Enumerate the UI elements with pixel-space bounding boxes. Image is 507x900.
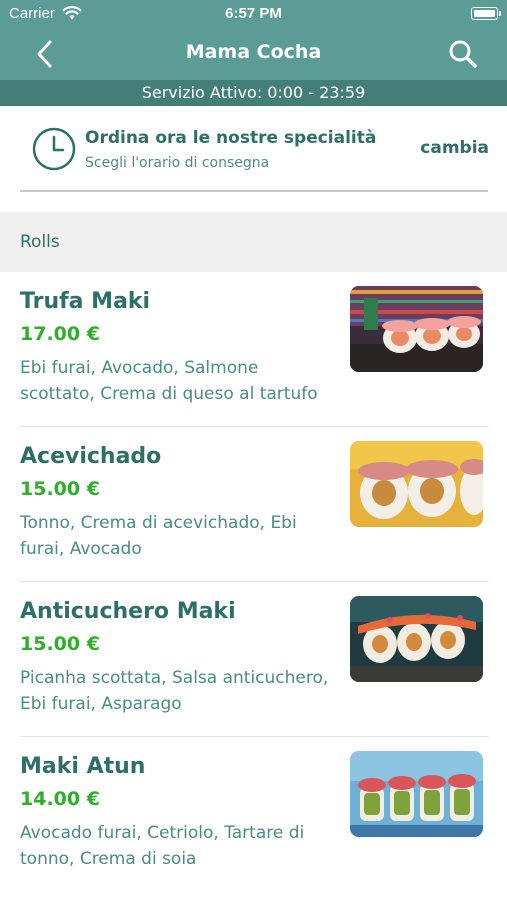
item-price: 17.00 € (20, 323, 100, 345)
search-button[interactable] (447, 38, 479, 70)
item-name: Acevichado (20, 444, 162, 469)
item-description: Ebi furai, Avocado, Salmone scottato, Cr… (20, 358, 318, 404)
item-name: Anticuchero Maki (20, 599, 236, 624)
item-photo (350, 751, 483, 837)
status-bar: Carrier 6:57 PM (0, 0, 507, 28)
item-price: 15.00 € (20, 633, 100, 655)
menu-item[interactable]: Acevichado 15.00 € Tonno, Crema di acevi… (0, 427, 507, 582)
item-photo (350, 441, 483, 527)
section-title: Rolls (20, 232, 60, 252)
item-name: Trufa Maki (20, 289, 151, 314)
page-title: Mama Cocha (185, 41, 322, 63)
delivery-time-selector[interactable]: Ordina ora le nostre specialità Scegli l… (0, 106, 507, 212)
item-description: Picanha scottata, Salsa anticuchero, Ebi… (20, 668, 329, 714)
nav-bar: Mama Cocha (0, 28, 507, 80)
order-subtitle: Scegli l'orario di consegna (85, 155, 270, 171)
item-photo (350, 286, 483, 372)
item-price: 14.00 € (20, 788, 100, 810)
menu-item[interactable]: Maki Atun 14.00 € Avocado furai, Cetriol… (0, 737, 507, 892)
section-header: Rolls (0, 212, 507, 272)
item-photo (350, 596, 483, 682)
menu-item[interactable]: Trufa Maki 17.00 € Ebi furai, Avocado, S… (0, 272, 507, 427)
order-title: Ordina ora le nostre specialità (85, 128, 377, 148)
battery-icon (471, 7, 501, 20)
clock-icon (32, 127, 76, 171)
search-icon (449, 40, 477, 68)
menu-item[interactable]: Anticuchero Maki 15.00 € Picanha scottat… (0, 582, 507, 737)
item-description: Tonno, Crema di acevichado, Ebi furai, A… (20, 513, 297, 559)
item-price: 15.00 € (20, 478, 100, 500)
status-time: 6:57 PM (225, 5, 282, 22)
change-time-button[interactable]: cambia (420, 138, 489, 158)
menu-list: Trufa Maki 17.00 € Ebi furai, Avocado, S… (0, 272, 507, 892)
service-hours-banner: Servizio Attivo: 0:00 - 23:59 (0, 80, 507, 106)
item-name: Maki Atun (20, 754, 146, 779)
divider (20, 190, 488, 192)
item-description: Avocado furai, Cetriolo, Tartare di tonn… (20, 823, 305, 869)
